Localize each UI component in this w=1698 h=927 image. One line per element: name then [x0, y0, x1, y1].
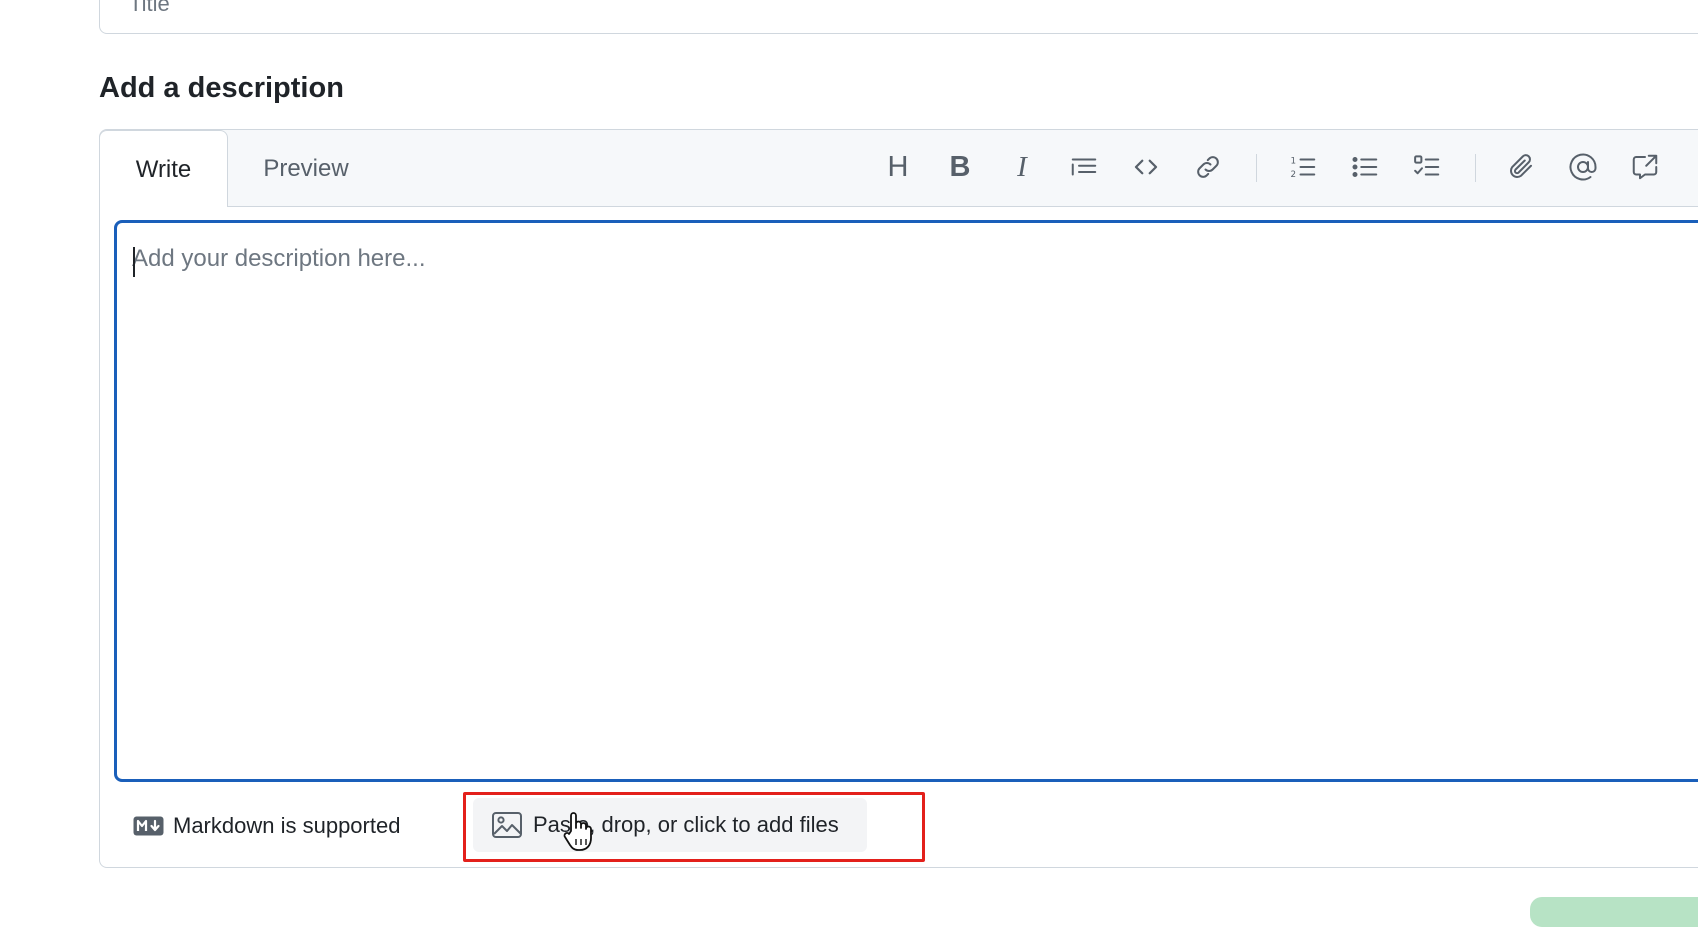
heading-icon[interactable]: H [878, 147, 918, 187]
text-caret [133, 247, 135, 277]
hand-cursor-icon [563, 812, 592, 851]
title-placeholder: Title [129, 0, 170, 16]
section-heading: Add a description [99, 72, 344, 104]
code-icon[interactable] [1126, 147, 1166, 187]
title-input-box[interactable]: Title [99, 0, 1698, 34]
editor-tabbar: Write Preview H B I 12 [99, 130, 1698, 207]
svg-text:1: 1 [1291, 156, 1297, 166]
description-editor: Write Preview H B I 12 Add your descript… [99, 129, 1698, 868]
markdown-hint[interactable]: Markdown is supported [133, 811, 400, 841]
task-list-icon[interactable] [1407, 147, 1447, 187]
toolbar-divider [1475, 154, 1476, 182]
bold-icon[interactable]: B [940, 147, 980, 187]
ordered-list-icon[interactable]: 12 [1283, 147, 1323, 187]
unordered-list-icon[interactable] [1345, 147, 1385, 187]
italic-icon[interactable]: I [1002, 147, 1042, 187]
submit-button-edge[interactable] [1530, 897, 1698, 927]
reference-icon[interactable] [1625, 147, 1665, 187]
markdown-icon [133, 816, 164, 836]
quote-icon[interactable] [1064, 147, 1104, 187]
annotation-highlight-box [463, 792, 925, 862]
mention-icon[interactable] [1563, 147, 1603, 187]
formatting-toolbar: H B I 12 [100, 130, 1698, 206]
svg-text:2: 2 [1291, 170, 1297, 180]
description-textarea[interactable] [117, 223, 1698, 779]
link-icon[interactable] [1188, 147, 1228, 187]
toolbar-divider [1256, 154, 1257, 182]
description-textarea-wrapper [114, 220, 1698, 782]
markdown-label: Markdown is supported [173, 813, 401, 838]
attach-icon[interactable] [1501, 147, 1541, 187]
